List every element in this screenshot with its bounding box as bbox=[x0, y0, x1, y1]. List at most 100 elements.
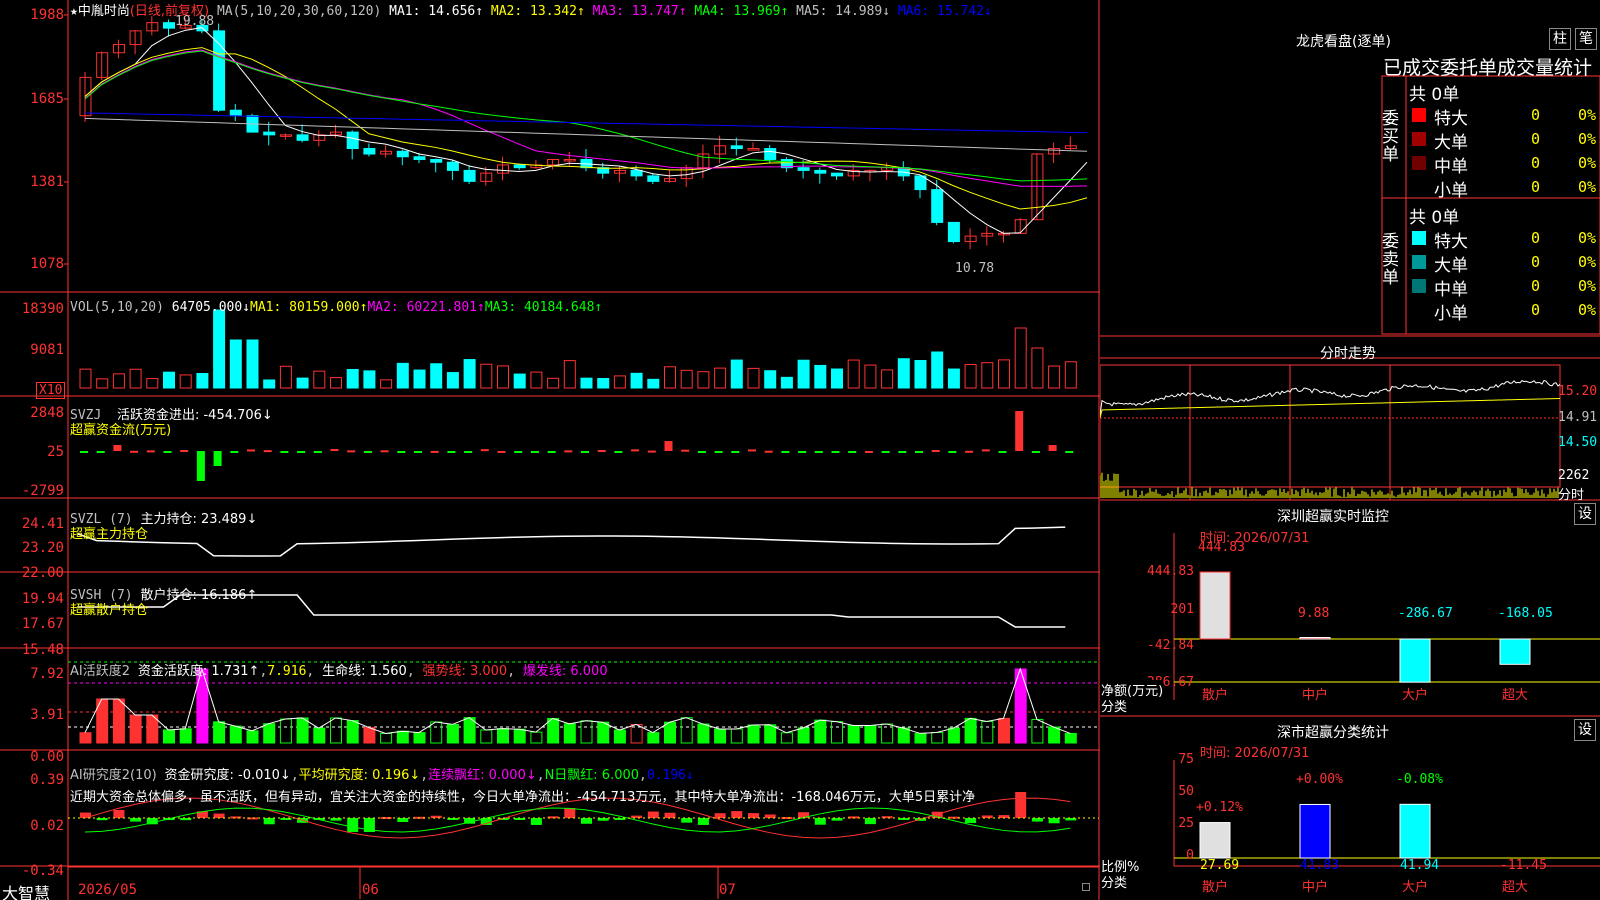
activity-bar bbox=[964, 717, 977, 744]
activity-bar bbox=[747, 724, 760, 744]
volume-bar bbox=[246, 339, 259, 389]
activity-bar bbox=[580, 720, 593, 744]
kline-chart-area[interactable]: ★中胤时尚(日线,前复权) MA(5,10,20,30,60,120) MA1:… bbox=[0, 0, 1100, 900]
monitor-value-label: 444.83 bbox=[1198, 540, 1245, 555]
sell-row-percent: 0% bbox=[1578, 277, 1597, 295]
candle-body bbox=[346, 131, 359, 150]
app-logo[interactable]: 大智慧 bbox=[2, 880, 50, 900]
fund-flow-bar bbox=[80, 451, 88, 453]
buy-row-value: 0 bbox=[1531, 130, 1541, 148]
buy-row-value: 0 bbox=[1531, 154, 1541, 172]
monitor-settings-button[interactable]: 设 bbox=[1574, 503, 1596, 525]
volume-bar bbox=[780, 376, 793, 389]
fs-axis-3: 14.50 bbox=[1558, 435, 1598, 450]
svzl-value: 主力持仓: 23.489↓ bbox=[140, 512, 258, 527]
research-bar bbox=[647, 811, 659, 818]
lock-icon[interactable] bbox=[1082, 883, 1090, 891]
fund-flow-bar bbox=[781, 451, 790, 453]
fund-flow-bar bbox=[864, 450, 873, 453]
volume-bar bbox=[680, 369, 693, 389]
stat-axis-4: 0 bbox=[1186, 848, 1194, 863]
volume-bar bbox=[630, 372, 643, 389]
candle-body bbox=[513, 164, 526, 169]
bar-mode-button[interactable]: 柱 bbox=[1549, 28, 1571, 50]
activity-bar bbox=[814, 719, 827, 744]
activity-bar bbox=[246, 730, 259, 744]
research-bar bbox=[631, 815, 643, 818]
activity-bar bbox=[981, 720, 994, 744]
monitor-value-label: -168.05 bbox=[1498, 606, 1553, 621]
activity-bar bbox=[179, 728, 192, 744]
fund-flow-bar bbox=[681, 449, 690, 452]
fund-flow-bar bbox=[196, 451, 205, 481]
price-axis-1: 1988 bbox=[30, 7, 64, 23]
vol-title: VOL(5,10,20) bbox=[70, 300, 164, 315]
fund-flow-bar bbox=[798, 451, 807, 453]
activity-bar bbox=[229, 725, 242, 744]
candle-body bbox=[363, 148, 376, 155]
fund-flow-bar bbox=[814, 451, 823, 453]
stat-change-label: -0.08% bbox=[1396, 772, 1443, 787]
volume-bar bbox=[981, 362, 994, 389]
sell-row-label: 中单 bbox=[1434, 280, 1468, 300]
activity-bar bbox=[263, 723, 276, 744]
activity-bar bbox=[430, 721, 443, 744]
candle-body bbox=[630, 169, 643, 177]
research-bar bbox=[697, 818, 709, 825]
svzj-axis-1: 2848 bbox=[30, 405, 64, 421]
research-bar bbox=[263, 818, 275, 825]
volume-bar bbox=[96, 378, 109, 389]
candle-body bbox=[647, 175, 660, 182]
volume-bar bbox=[363, 370, 376, 389]
fund-flow-bar bbox=[180, 449, 189, 452]
volume-bar bbox=[764, 370, 777, 389]
ma5-line bbox=[84, 117, 1088, 152]
svzj-subtitle: 超赢资金流(万元) bbox=[70, 423, 172, 438]
volume-bar bbox=[914, 360, 927, 389]
volume-bar bbox=[931, 351, 944, 389]
volume-bar bbox=[346, 368, 359, 389]
stat-settings-button[interactable]: 设 bbox=[1574, 719, 1596, 741]
research-bar bbox=[714, 813, 726, 818]
activity-bar bbox=[780, 732, 793, 744]
research-bar bbox=[213, 813, 225, 818]
activity-bar bbox=[346, 720, 359, 744]
fund-flow-bar bbox=[464, 451, 473, 453]
activity-bar bbox=[697, 723, 710, 744]
buy-row-value: 0 bbox=[1531, 178, 1541, 196]
volume-bar bbox=[79, 368, 92, 389]
monitor-bar bbox=[1499, 638, 1531, 665]
buy-row-swatch bbox=[1412, 156, 1426, 170]
svsh-axis-3: 15.48 bbox=[21, 642, 64, 658]
candle-body bbox=[396, 150, 409, 158]
sell-row-value: 0 bbox=[1531, 301, 1541, 319]
fund-flow-bar bbox=[1031, 451, 1040, 453]
tick-mode-button[interactable]: 笔 bbox=[1575, 28, 1597, 50]
ma4-value: MA4: 13.969↑ bbox=[694, 4, 789, 19]
volume-bar bbox=[179, 374, 192, 389]
buy-row-percent: 0% bbox=[1578, 178, 1597, 196]
fs-axis-2: 14.91 bbox=[1558, 410, 1598, 425]
activity-bar bbox=[864, 725, 877, 744]
research-bar bbox=[748, 813, 759, 818]
volume-bar bbox=[1048, 365, 1061, 389]
vol-value: 64705.000↓ bbox=[171, 300, 251, 315]
volume-bar bbox=[146, 378, 159, 389]
fs-box bbox=[1100, 364, 1561, 488]
volume-bar bbox=[129, 368, 142, 389]
activity-bar bbox=[296, 717, 309, 744]
activity-bar bbox=[664, 721, 676, 744]
monitor-bar bbox=[1199, 571, 1231, 640]
ai1-axis-2: 3.91 bbox=[30, 707, 64, 723]
activity-bar bbox=[563, 723, 576, 744]
app-window: ★中胤时尚(日线,前复权) MA(5,10,20,30,60,120) MA1:… bbox=[0, 0, 1600, 900]
ma6-line bbox=[84, 112, 1088, 134]
volume-bar bbox=[797, 359, 810, 389]
activity-bar bbox=[279, 718, 292, 744]
stat-axis-2: 50 bbox=[1178, 784, 1194, 799]
fund-flow-bar bbox=[163, 451, 172, 453]
ai2-d: N日飘红: 6.000 bbox=[544, 768, 640, 783]
volume-bar bbox=[597, 377, 610, 389]
star-icon[interactable]: ★ bbox=[70, 4, 78, 19]
high-price-label: 19.88 bbox=[175, 14, 215, 29]
